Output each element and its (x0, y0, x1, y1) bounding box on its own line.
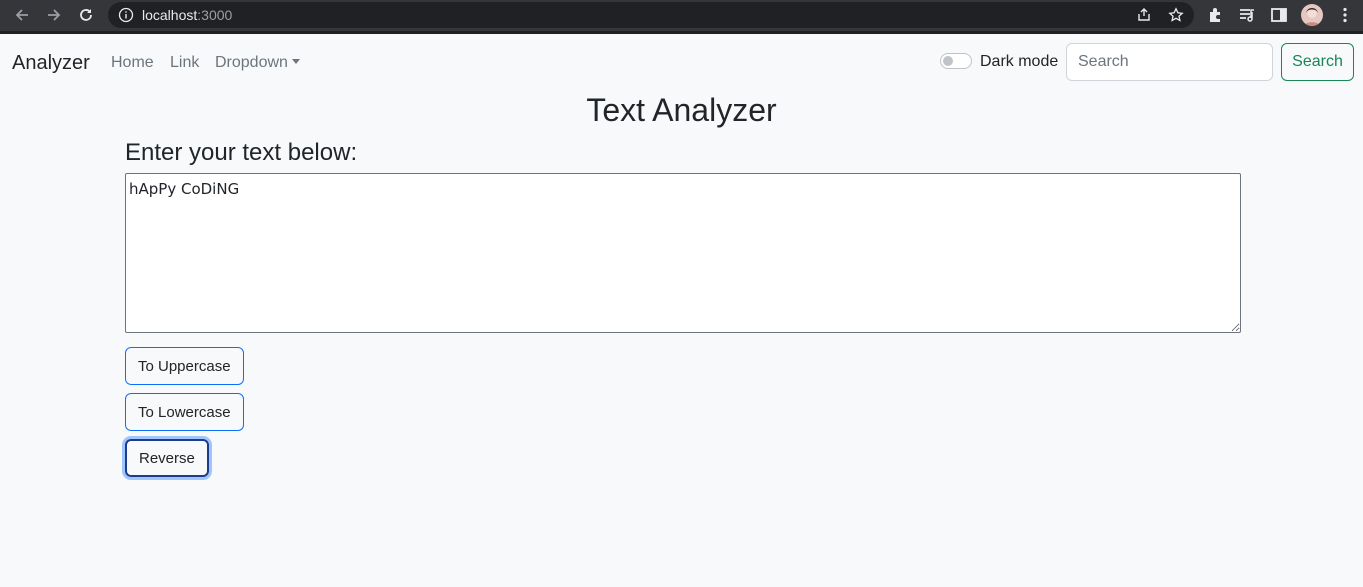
forward-arrow-icon[interactable] (42, 4, 66, 26)
address-bar[interactable]: localhost:3000 (108, 2, 1194, 28)
nav-dropdown[interactable]: Dropdown (215, 54, 300, 72)
toolbar-divider (0, 31, 1363, 34)
share-icon[interactable] (1136, 7, 1152, 23)
search-input[interactable] (1066, 43, 1273, 81)
search-button[interactable]: Search (1281, 43, 1354, 81)
bookmark-star-icon[interactable] (1168, 7, 1184, 23)
toggle-knob (943, 56, 953, 66)
page-title: Text Analyzer (586, 92, 777, 128)
browser-toolbar: localhost:3000 (0, 0, 1363, 31)
side-panel-icon[interactable] (1270, 6, 1288, 24)
nav-dropdown-label: Dropdown (215, 54, 288, 71)
caret-down-icon (291, 59, 300, 64)
nav-link-home[interactable]: Home (111, 54, 154, 72)
url-text: localhost:3000 (142, 7, 233, 23)
textarea-heading: Enter your text below: (125, 139, 358, 166)
back-arrow-icon[interactable] (10, 4, 34, 26)
dark-mode-label: Dark mode (980, 53, 1059, 70)
dark-mode-toggle[interactable] (940, 53, 972, 69)
profile-avatar[interactable] (1301, 4, 1323, 26)
more-vert-icon[interactable] (1336, 6, 1354, 24)
reverse-button[interactable]: Reverse (125, 439, 209, 477)
extensions-icon[interactable] (1206, 6, 1224, 24)
navbar-brand[interactable]: Analyzer (12, 52, 90, 75)
nav-link-link[interactable]: Link (170, 54, 199, 72)
site-info-icon[interactable] (118, 7, 134, 23)
media-playlist-icon[interactable] (1238, 6, 1256, 24)
text-input-area[interactable]: hApPy CoDiNG (125, 173, 1241, 333)
lowercase-button[interactable]: To Lowercase (125, 393, 244, 431)
uppercase-button[interactable]: To Uppercase (125, 347, 244, 385)
reload-icon[interactable] (74, 4, 98, 26)
